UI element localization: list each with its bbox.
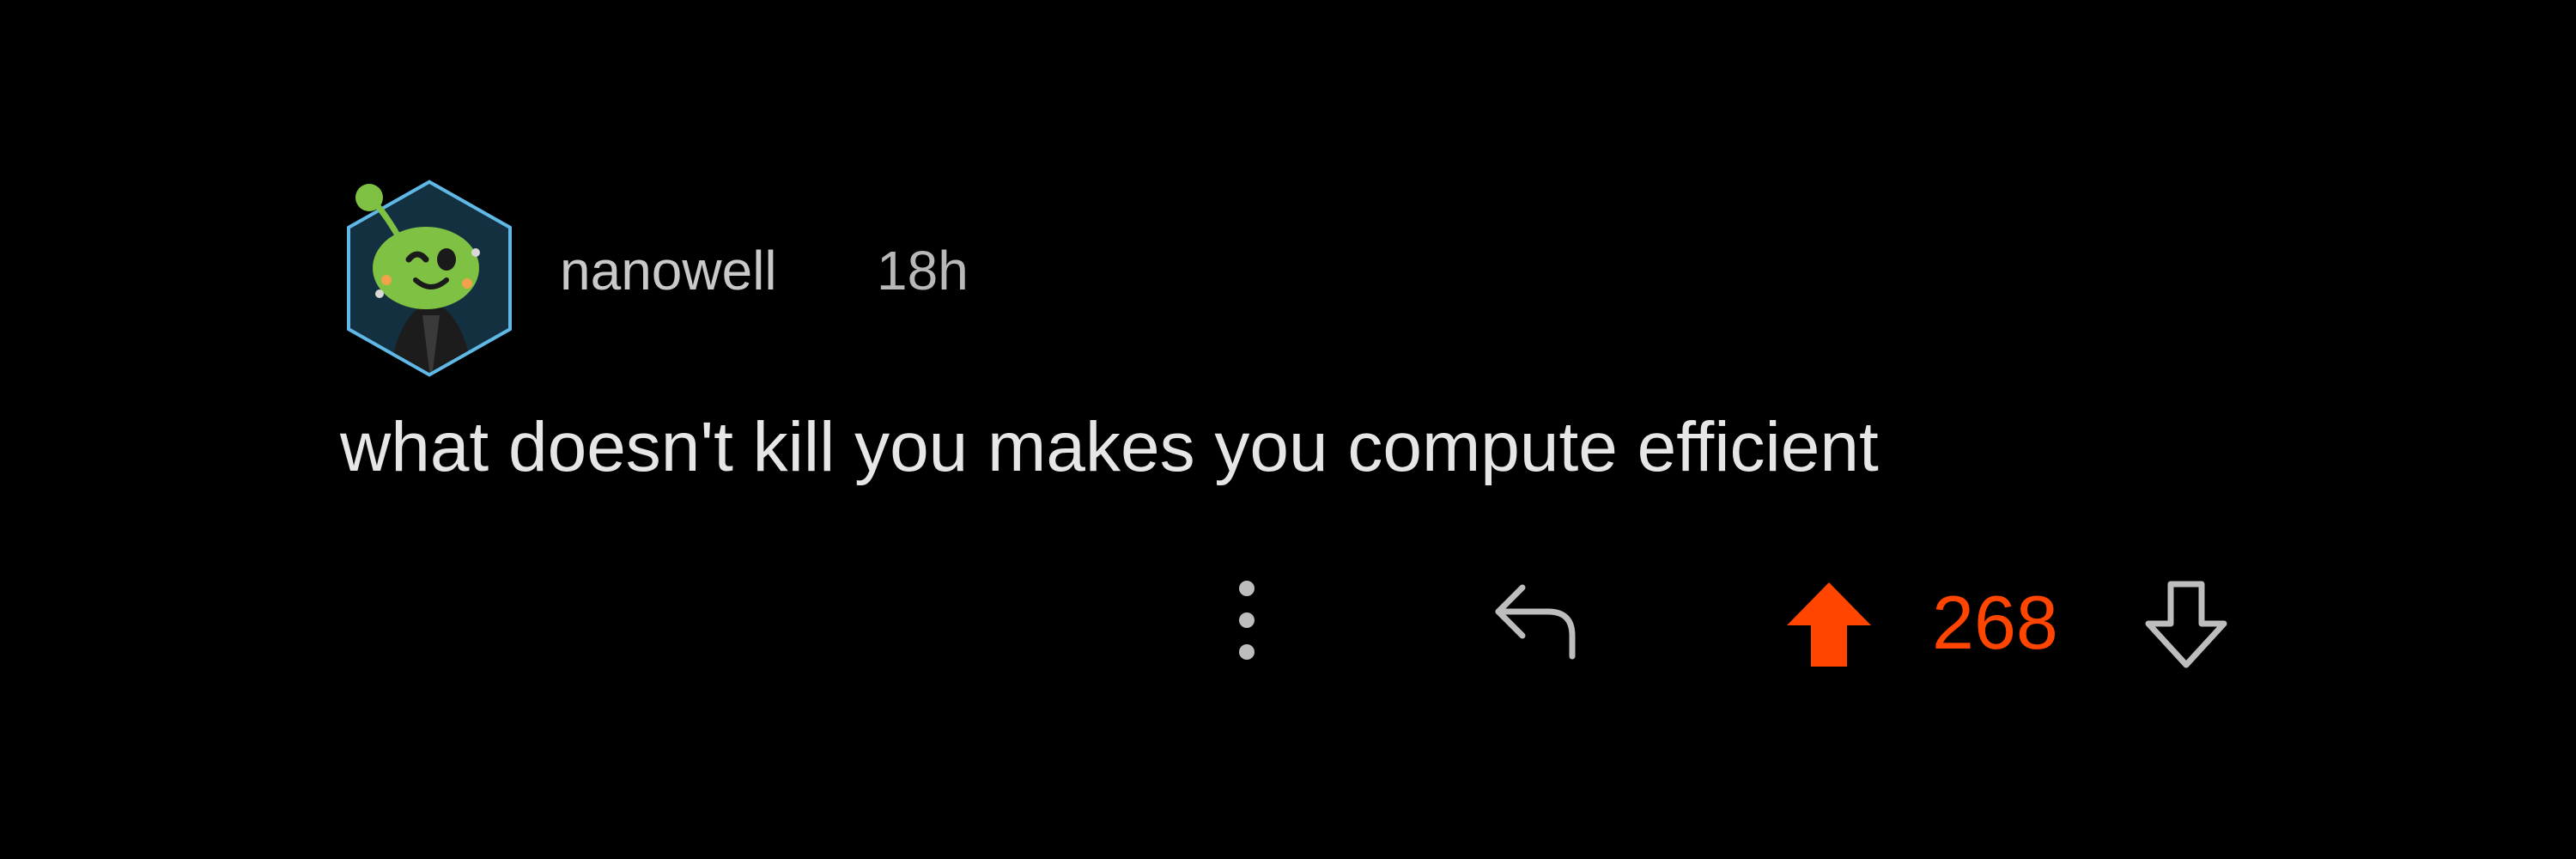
comment-text: what doesn't kill you makes you compute … [340,408,1879,486]
user-avatar[interactable] [337,174,522,384]
downvote-outline-icon[interactable] [2143,577,2229,672]
username[interactable]: nanowell [560,243,777,298]
more-vertical-icon[interactable] [1230,573,1264,667]
upvote-filled-icon[interactable] [1782,577,1876,672]
comment-age: 18h [877,240,969,302]
snoo-avatar-icon [347,180,512,377]
vote-count: 268 [1932,580,2058,665]
comment: nanowell 18h what doesn't kill you makes… [0,0,2576,859]
reply-icon[interactable] [1488,577,1583,663]
